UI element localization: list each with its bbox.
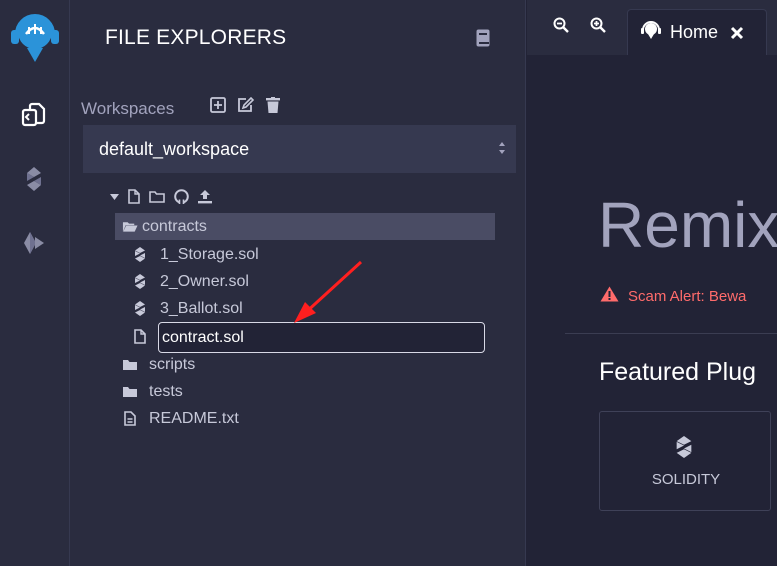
tab-home-label: Home xyxy=(670,22,719,42)
solidity-compiler-icon[interactable] xyxy=(17,162,51,196)
tree-folder[interactable]: tests xyxy=(122,378,183,405)
upload-icon[interactable] xyxy=(198,189,212,204)
file-explorer-panel: FILE EXPLORERS Workspaces default_worksp… xyxy=(70,0,526,566)
tree-file[interactable]: 3_Ballot.sol xyxy=(132,295,243,322)
plugin-name: SOLIDITY xyxy=(651,471,721,488)
tree-file-label: 1_Storage.sol xyxy=(160,245,259,263)
tab-home[interactable]: Home xyxy=(627,9,767,55)
icon-rail xyxy=(0,0,70,566)
new-file-name-input[interactable] xyxy=(158,322,485,353)
file-explorer-icon[interactable] xyxy=(17,98,51,132)
plugin-card-solidity[interactable]: SOLIDITY xyxy=(599,411,771,511)
tree-file[interactable]: 2_Owner.sol xyxy=(132,268,249,295)
tree-folder-label: contracts xyxy=(142,217,207,235)
main-area: Home Remix Scam Alert: Bewa Featured Plu… xyxy=(527,0,777,566)
book-icon[interactable] xyxy=(476,29,490,47)
tree-file-label: 2_Owner.sol xyxy=(160,272,249,290)
tree-folder-label: tests xyxy=(149,382,183,400)
close-icon[interactable] xyxy=(730,26,744,40)
folder-icon xyxy=(122,385,138,398)
tree-file[interactable]: README.txt xyxy=(122,405,239,432)
tree-file-label: 3_Ballot.sol xyxy=(160,299,243,317)
create-workspace-icon[interactable] xyxy=(210,97,226,113)
solidity-file-icon xyxy=(132,274,148,289)
text-file-icon xyxy=(122,411,138,426)
file-icon xyxy=(132,329,148,344)
select-caret-icon xyxy=(498,139,506,157)
solidity-file-icon xyxy=(132,247,148,262)
github-icon[interactable] xyxy=(174,189,189,204)
folder-icon xyxy=(122,358,138,371)
zoom-in-icon[interactable] xyxy=(586,13,610,37)
solidity-icon xyxy=(676,436,692,463)
remix-logo-icon[interactable] xyxy=(5,4,65,64)
tree-file[interactable]: 1_Storage.sol xyxy=(132,241,259,268)
scam-alert-text: Scam Alert: Bewa xyxy=(628,288,747,305)
page-title: Remix xyxy=(598,189,777,261)
solidity-file-icon xyxy=(132,301,148,316)
tree-file-label: README.txt xyxy=(149,409,239,427)
rename-workspace-icon[interactable] xyxy=(237,97,255,113)
new-file-icon[interactable] xyxy=(128,189,140,204)
tree-folder-label: scripts xyxy=(149,355,196,373)
workspaces-label: Workspaces xyxy=(81,99,175,118)
tree-folder-contracts[interactable]: contracts xyxy=(115,213,495,240)
new-folder-icon[interactable] xyxy=(149,190,165,203)
tree-folder[interactable]: scripts xyxy=(122,351,195,378)
zoom-out-icon[interactable] xyxy=(549,13,573,37)
workspace-select[interactable]: default_workspace xyxy=(83,125,516,173)
workspace-actions xyxy=(210,97,280,113)
selected-workspace: default_workspace xyxy=(99,138,250,159)
folder-open-icon xyxy=(122,220,138,233)
divider xyxy=(565,333,777,334)
featured-plugins-heading: Featured Plug xyxy=(599,358,757,386)
tree-toolbar xyxy=(110,189,212,204)
remix-home-icon xyxy=(640,20,662,45)
panel-title: FILE EXPLORERS xyxy=(105,26,287,49)
collapse-caret-icon[interactable] xyxy=(110,193,119,201)
delete-workspace-icon[interactable] xyxy=(266,97,280,113)
new-file-row xyxy=(132,323,160,350)
scam-alert: Scam Alert: Bewa xyxy=(600,286,746,307)
deploy-run-icon[interactable] xyxy=(17,226,51,260)
warning-icon xyxy=(600,286,619,307)
tab-bar: Home xyxy=(527,0,777,55)
